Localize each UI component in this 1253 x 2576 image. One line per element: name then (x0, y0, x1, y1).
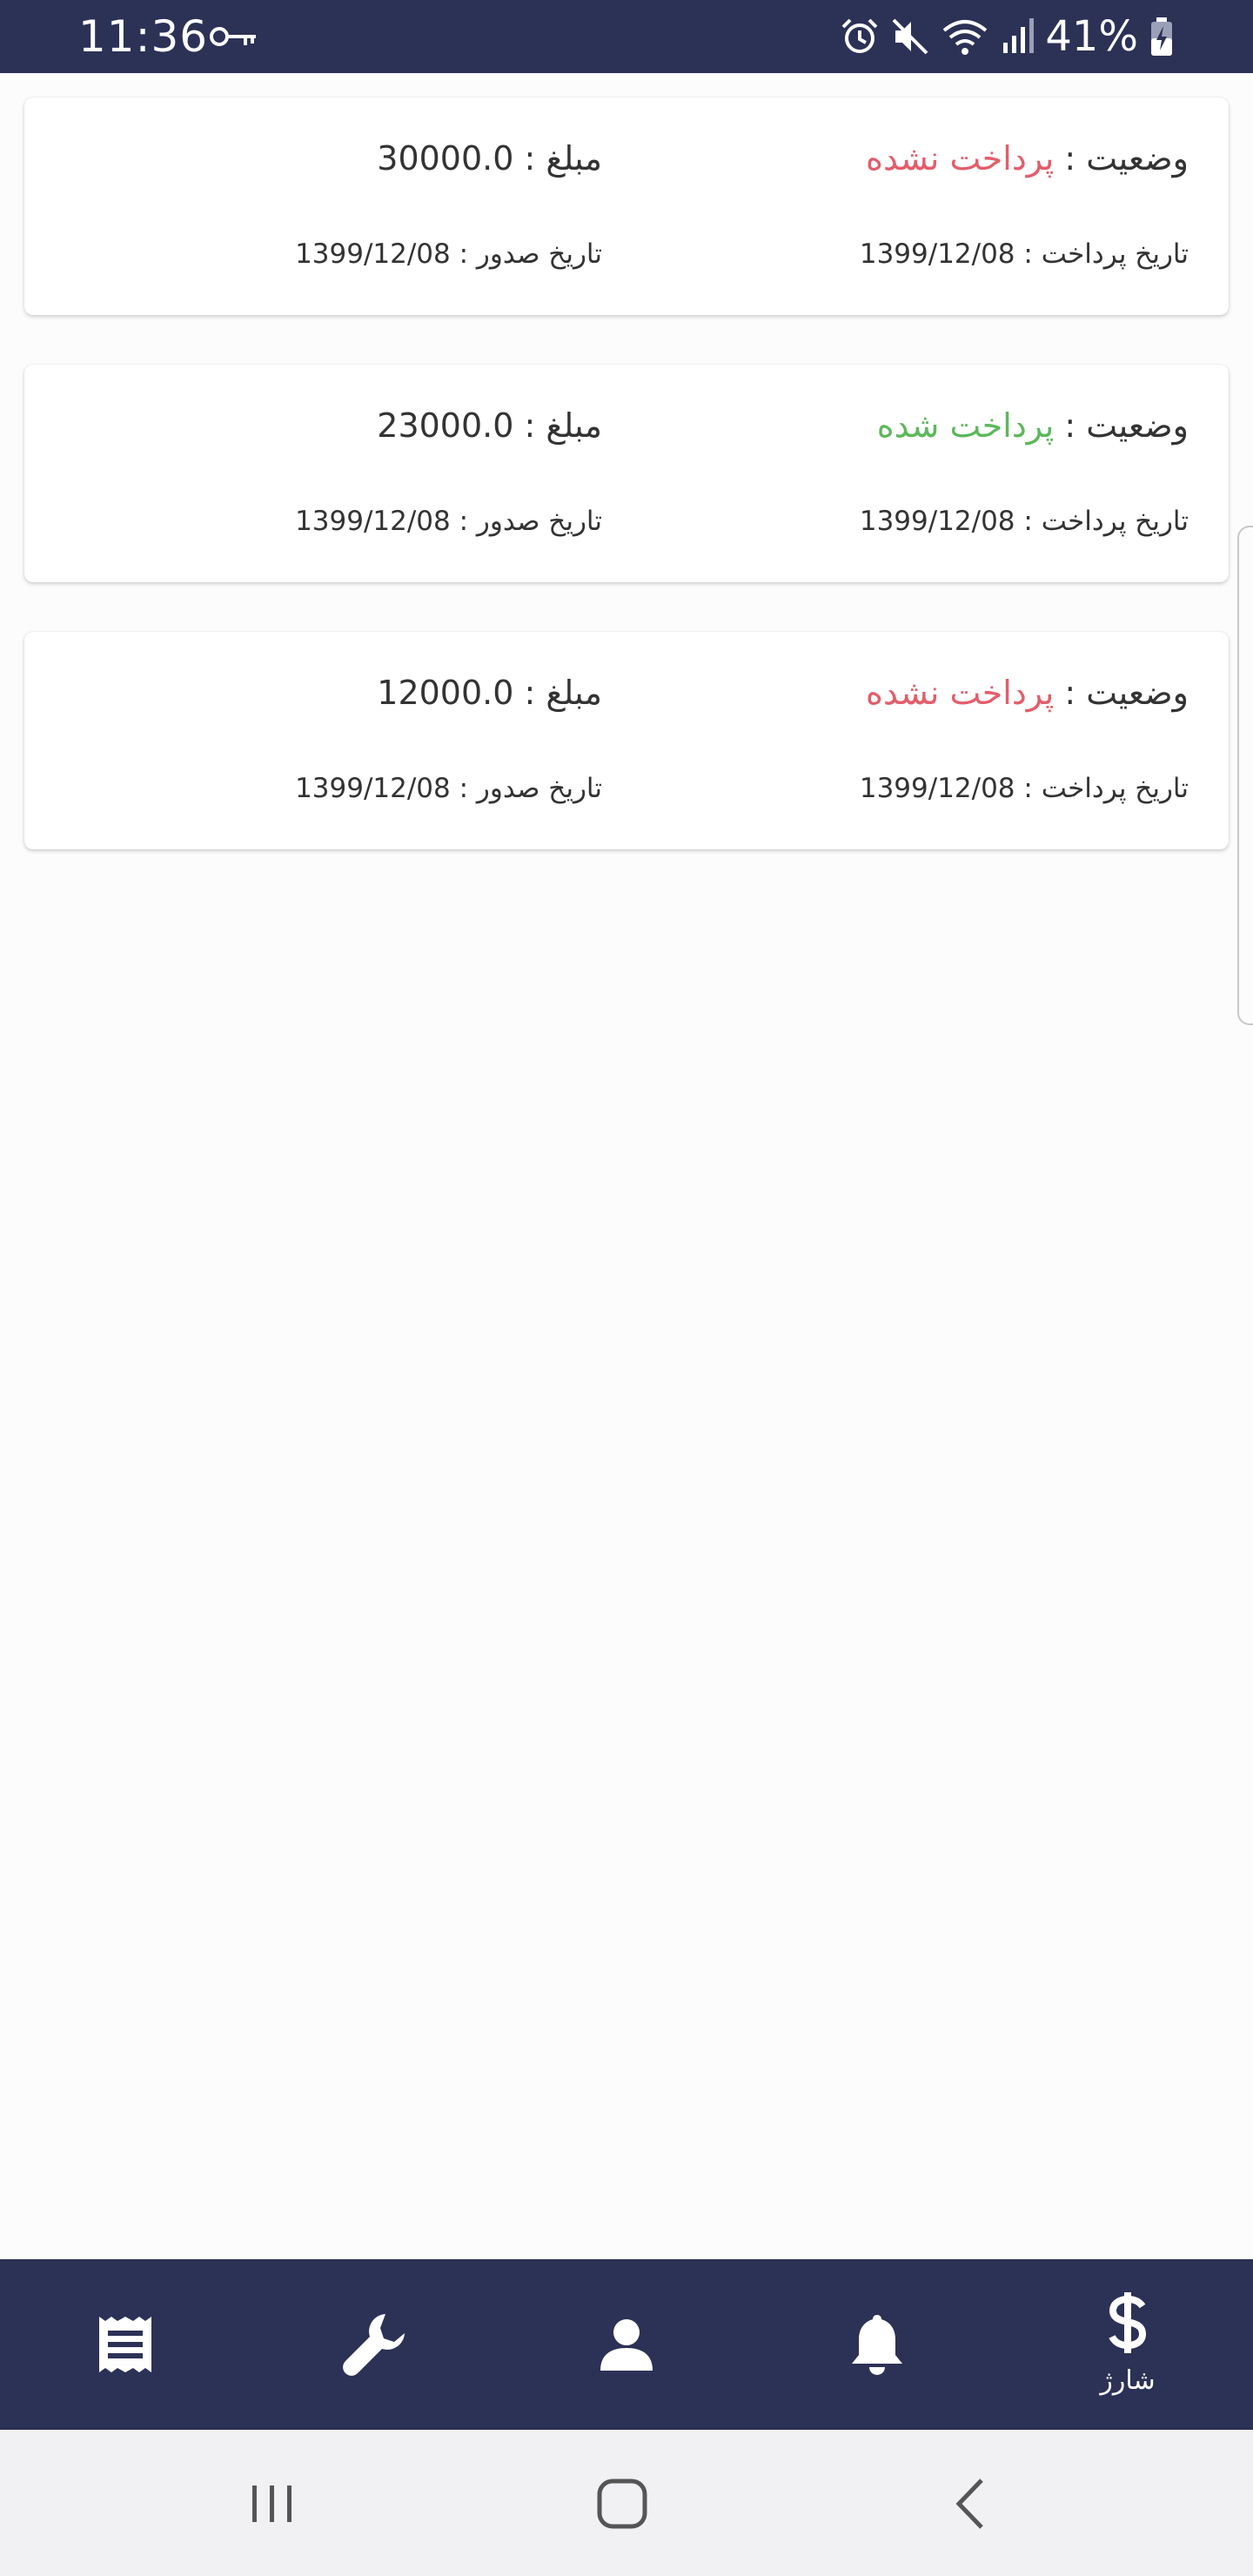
wrench-icon (343, 2314, 405, 2376)
amount-value: 12000.0 (377, 674, 514, 712)
signal-icon (1003, 18, 1035, 53)
mute-icon (892, 18, 928, 55)
invoice-amount: مبلغ : 12000.0 (377, 668, 602, 717)
nav-item-services[interactable] (251, 2259, 501, 2430)
issue-date-value: 1399/12/08 (295, 506, 451, 537)
amount-value: 30000.0 (377, 139, 514, 178)
bottom-nav: شارژ (0, 2259, 1253, 2430)
invoice-amount: مبلغ : 23000.0 (377, 401, 602, 450)
amount-label: مبلغ : (513, 674, 602, 712)
pay-date-label: تاریخ پرداخت : (1015, 506, 1189, 537)
recents-icon[interactable] (233, 2465, 312, 2543)
issue-date-label: تاریخ صدور : (450, 773, 602, 804)
nav-label-charge: شارژ (1100, 2365, 1156, 2396)
invoice-status: وضعیت : پرداخت نشده (866, 668, 1189, 717)
wifi-icon (943, 20, 988, 55)
pay-date-label: تاریخ پرداخت : (1015, 238, 1189, 270)
dollar-icon (1109, 2292, 1147, 2353)
invoice-status: وضعیت : پرداخت شده (877, 401, 1189, 450)
invoice-issue-date: تاریخ صدور : 1399/12/08 (295, 502, 602, 540)
amount-label: مبلغ : (513, 139, 602, 178)
invoice-card[interactable]: وضعیت : پرداخت نشده مبلغ : 12000.0 تاریخ… (24, 632, 1229, 849)
back-icon[interactable] (933, 2465, 1011, 2543)
status-icons: 41% (840, 7, 1175, 66)
nav-item-charge[interactable]: شارژ (1002, 2259, 1253, 2430)
invoice-card[interactable]: وضعیت : پرداخت شده مبلغ : 23000.0 تاریخ … (24, 365, 1229, 582)
battery-icon (1151, 17, 1172, 56)
amount-label: مبلغ : (513, 406, 602, 445)
invoice-pay-date: تاریخ پرداخت : 1399/12/08 (860, 235, 1189, 273)
nav-item-profile[interactable] (501, 2259, 752, 2430)
invoice-amount: مبلغ : 30000.0 (377, 134, 602, 183)
status-label: وضعیت : (1054, 406, 1189, 445)
issue-date-label: تاریخ صدور : (450, 506, 602, 537)
invoice-issue-date: تاریخ صدور : 1399/12/08 (295, 769, 602, 808)
issue-date-label: تاریخ صدور : (450, 238, 602, 270)
person-icon (600, 2319, 653, 2371)
status-time: 11:36 (78, 11, 209, 62)
alarm-icon (841, 18, 878, 53)
nav-item-invoices[interactable] (0, 2259, 251, 2430)
invoice-status: وضعیت : پرداخت نشده (866, 134, 1189, 183)
status-value: پرداخت شده (876, 406, 1055, 445)
invoice-pay-date: تاریخ پرداخت : 1399/12/08 (860, 769, 1189, 808)
key-icon (210, 27, 256, 46)
nav-item-notifications[interactable] (752, 2259, 1002, 2430)
invoice-pay-date: تاریخ پرداخت : 1399/12/08 (860, 502, 1189, 540)
invoice-card[interactable]: وضعیت : پرداخت نشده مبلغ : 30000.0 تاریخ… (24, 97, 1229, 315)
amount-value: 23000.0 (377, 406, 514, 445)
issue-date-value: 1399/12/08 (295, 773, 451, 804)
home-icon[interactable] (583, 2465, 661, 2543)
edge-panel-handle[interactable] (1237, 526, 1253, 1025)
invoice-issue-date: تاریخ صدور : 1399/12/08 (295, 235, 602, 273)
pay-date-value: 1399/12/08 (859, 238, 1015, 270)
pay-date-label: تاریخ پرداخت : (1015, 773, 1189, 804)
system-nav-bar (0, 2430, 1253, 2576)
status-bar: 11:36 41% (0, 0, 1253, 73)
pay-date-value: 1399/12/08 (859, 773, 1015, 804)
status-label: وضعیت : (1054, 139, 1189, 178)
status-value: پرداخت نشده (866, 139, 1055, 178)
battery-percent: 41% (1045, 12, 1138, 61)
status-label: وضعیت : (1054, 674, 1189, 712)
issue-date-value: 1399/12/08 (295, 238, 451, 270)
receipt-icon (99, 2317, 151, 2372)
bell-icon (852, 2315, 902, 2375)
pay-date-value: 1399/12/08 (859, 506, 1015, 537)
status-value: پرداخت نشده (866, 674, 1055, 712)
